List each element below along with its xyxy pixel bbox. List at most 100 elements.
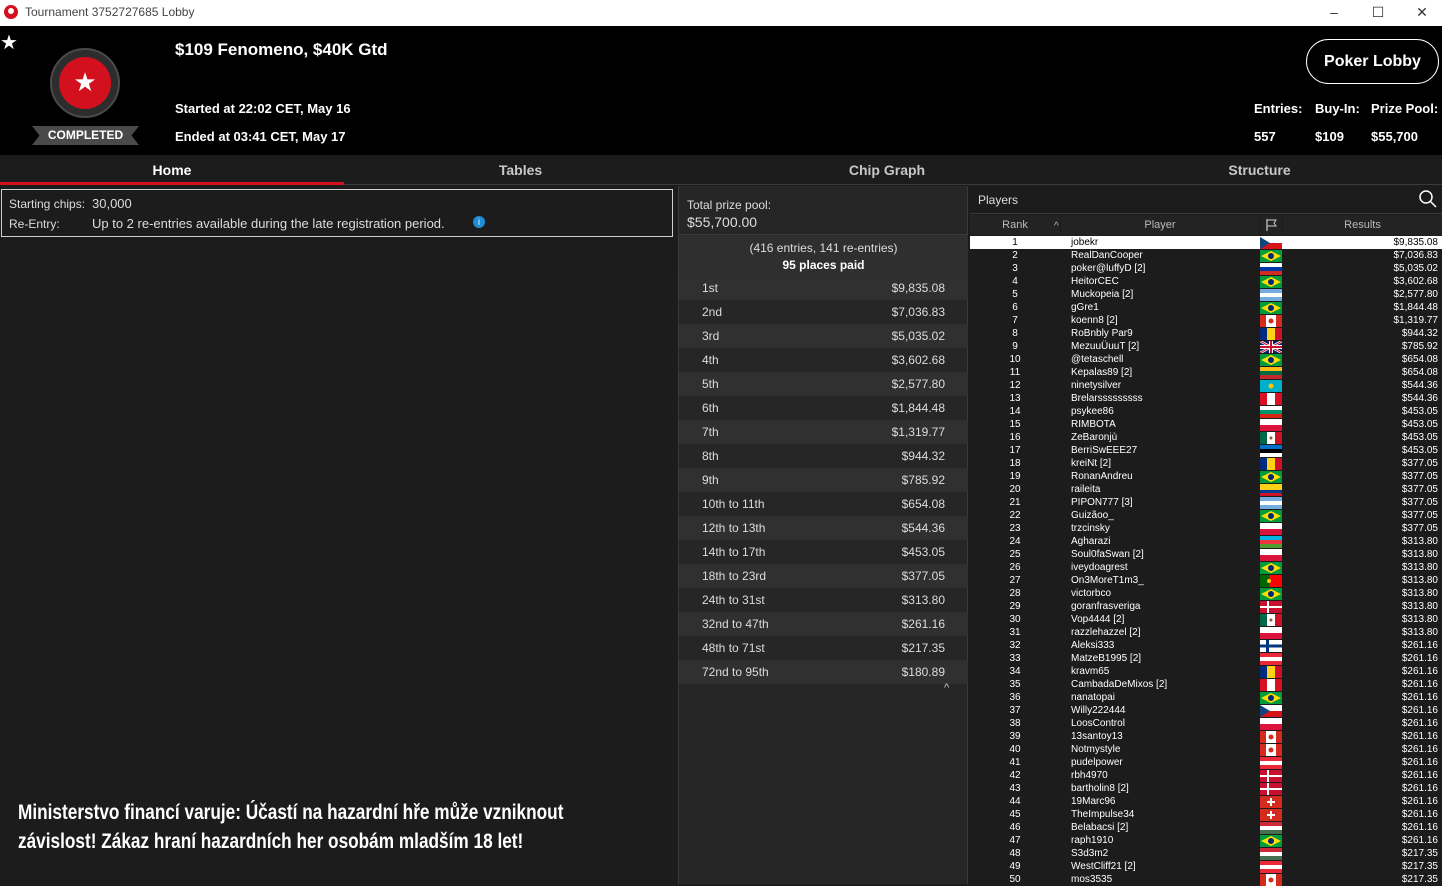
- player-name: jobekr: [1071, 237, 1099, 248]
- player-row[interactable]: 4 HeitorCEC $3,602.68: [970, 275, 1442, 288]
- player-result: $217.35: [1401, 861, 1438, 872]
- player-row[interactable]: 8 RoBnbly Par9 $944.32: [970, 327, 1442, 340]
- player-result: $453.05: [1401, 419, 1438, 430]
- player-rank: 7: [1012, 315, 1018, 326]
- player-rank: 37: [1009, 705, 1021, 716]
- payout-amount: $944.32: [901, 449, 945, 463]
- player-row[interactable]: 50 mos3535 $217.35: [970, 873, 1442, 886]
- player-row[interactable]: 29 goranfrasveriga $313.80: [970, 600, 1442, 613]
- payout-place: 3rd: [702, 329, 720, 343]
- player-row[interactable]: 19 RonanAndreu $377.05: [970, 470, 1442, 483]
- player-row[interactable]: 7 koenn8 [2] $1,319.77: [970, 314, 1442, 327]
- starting-chips-value: 30,000: [92, 196, 132, 211]
- player-row[interactable]: 24 Agharazi $313.80: [970, 535, 1442, 548]
- results-column-header[interactable]: Results: [1283, 215, 1442, 235]
- player-row[interactable]: 46 Belabacsi [2] $261.16: [970, 821, 1442, 834]
- player-result: $261.16: [1401, 653, 1438, 664]
- payout-row: 3rd $5,035.02: [679, 324, 968, 348]
- player-row[interactable]: 30 Vop4444 [2] $313.80: [970, 613, 1442, 626]
- player-result: $377.05: [1401, 458, 1438, 469]
- country-flag-icon: [1260, 367, 1282, 379]
- close-button[interactable]: ✕: [1400, 2, 1442, 24]
- rank-column-header[interactable]: Rank ^: [970, 215, 1060, 235]
- player-row[interactable]: 23 trzcinsky $377.05: [970, 522, 1442, 535]
- tab-home[interactable]: Home: [0, 155, 344, 185]
- player-row[interactable]: 37 Willy222444 $261.16: [970, 704, 1442, 717]
- player-row[interactable]: 15 RIMBOTA $453.05: [970, 418, 1442, 431]
- player-row[interactable]: 44 19Marc96 $261.16: [970, 795, 1442, 808]
- player-row[interactable]: 34 kravm65 $261.16: [970, 665, 1442, 678]
- player-row[interactable]: 38 LoosControl $261.16: [970, 717, 1442, 730]
- player-row[interactable]: 26 iveydoagrest $313.80: [970, 561, 1442, 574]
- player-name: 13santoy13: [1071, 731, 1123, 742]
- favorite-star-icon[interactable]: ★: [0, 30, 18, 55]
- player-row[interactable]: 45 TheImpulse34 $261.16: [970, 808, 1442, 821]
- player-row[interactable]: 40 Notmystyle $261.16: [970, 743, 1442, 756]
- minimize-button[interactable]: –: [1312, 2, 1356, 24]
- tab-chip-graph[interactable]: Chip Graph: [697, 155, 1077, 185]
- player-row[interactable]: 12 ninetysilver $544.36: [970, 379, 1442, 392]
- player-row[interactable]: 28 victorbco $313.80: [970, 587, 1442, 600]
- payout-amount: $785.92: [901, 473, 945, 487]
- flag-icon: [1266, 219, 1277, 231]
- player-row[interactable]: 21 PIPON777 [3] $377.05: [970, 496, 1442, 509]
- player-row[interactable]: 31 razzlehazzel [2] $313.80: [970, 626, 1442, 639]
- player-row[interactable]: 1 jobekr $9,835.08: [970, 236, 1442, 249]
- player-row[interactable]: 2 RealDanCooper $7,036.83: [970, 249, 1442, 262]
- player-result: $544.36: [1401, 393, 1438, 404]
- player-column-header[interactable]: Player: [1061, 215, 1259, 235]
- player-row[interactable]: 36 nanatopai $261.16: [970, 691, 1442, 704]
- player-row[interactable]: 11 Kepalas89 [2] $654.08: [970, 366, 1442, 379]
- flag-column-header[interactable]: [1260, 215, 1282, 235]
- players-panel: Players Rank ^ Player Results 1 jobekr $9,…: [970, 186, 1442, 886]
- player-row[interactable]: 43 bartholin8 [2] $261.16: [970, 782, 1442, 795]
- country-flag-icon: [1260, 679, 1282, 691]
- player-row[interactable]: 32 Aleksi333 $261.16: [970, 639, 1442, 652]
- player-row[interactable]: 27 On3MoreT1m3_ $313.80: [970, 574, 1442, 587]
- player-row[interactable]: 17 BerriSwEEE27 $453.05: [970, 444, 1442, 457]
- player-result: $377.05: [1401, 471, 1438, 482]
- player-name: kreiNt [2]: [1071, 458, 1112, 469]
- player-row[interactable]: 5 Muckopeia [2] $2,577.80: [970, 288, 1442, 301]
- maximize-button[interactable]: ☐: [1356, 2, 1400, 24]
- search-icon[interactable]: [1418, 189, 1438, 209]
- player-name: victorbco: [1071, 588, 1112, 599]
- player-row[interactable]: 35 CambadaDeMixos [2] $261.16: [970, 678, 1442, 691]
- country-flag-icon: [1260, 562, 1282, 574]
- player-row[interactable]: 25 Soul0faSwan [2] $313.80: [970, 548, 1442, 561]
- player-rank: 9: [1012, 341, 1018, 352]
- player-name: WestCliff21 [2]: [1071, 861, 1136, 872]
- player-row[interactable]: 10 @tetaschell $654.08: [970, 353, 1442, 366]
- player-row[interactable]: 6 gGre1 $1,844.48: [970, 301, 1442, 314]
- player-row[interactable]: 48 S3d3m2 $217.35: [970, 847, 1442, 860]
- poker-lobby-button[interactable]: Poker Lobby: [1306, 39, 1439, 84]
- end-time: Ended at 03:41 CET, May 17: [175, 129, 346, 144]
- player-row[interactable]: 20 raileita $377.05: [970, 483, 1442, 496]
- country-flag-icon: [1260, 432, 1282, 444]
- player-name: Willy222444: [1071, 705, 1126, 716]
- player-name: raileita: [1071, 484, 1101, 495]
- player-row[interactable]: 18 kreiNt [2] $377.05: [970, 457, 1442, 470]
- player-rank: 50: [1009, 874, 1021, 885]
- collapse-chevron-icon[interactable]: ^: [944, 682, 949, 694]
- tab-tables[interactable]: Tables: [344, 155, 697, 185]
- player-row[interactable]: 14 psykee86 $453.05: [970, 405, 1442, 418]
- player-row[interactable]: 41 pudelpower $261.16: [970, 756, 1442, 769]
- player-row[interactable]: 42 rbh4970 $261.16: [970, 769, 1442, 782]
- tab-structure[interactable]: Structure: [1077, 155, 1442, 185]
- player-row[interactable]: 9 MezuuÜuuT [2] $785.92: [970, 340, 1442, 353]
- player-row[interactable]: 47 raph1910 $261.16: [970, 834, 1442, 847]
- player-row[interactable]: 49 WestCliff21 [2] $217.35: [970, 860, 1442, 873]
- country-flag-icon: [1260, 354, 1282, 366]
- player-row[interactable]: 22 Guizãoo_ $377.05: [970, 509, 1442, 522]
- country-flag-icon: [1260, 653, 1282, 665]
- player-row[interactable]: 39 13santoy13 $261.16: [970, 730, 1442, 743]
- player-row[interactable]: 33 MatzeB1995 [2] $261.16: [970, 652, 1442, 665]
- player-row[interactable]: 16 ZeBaronjù $453.05: [970, 431, 1442, 444]
- player-name: trzcinsky: [1071, 523, 1110, 534]
- info-icon[interactable]: i: [473, 216, 485, 228]
- player-rank: 23: [1009, 523, 1021, 534]
- sort-ascending-icon: ^: [1054, 221, 1059, 232]
- player-row[interactable]: 13 Brelarsssssssss $544.36: [970, 392, 1442, 405]
- player-row[interactable]: 3 poker@luffyD [2] $5,035.02: [970, 262, 1442, 275]
